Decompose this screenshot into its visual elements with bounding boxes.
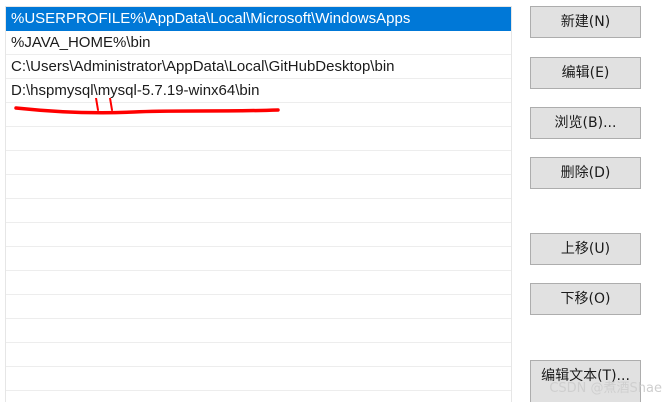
path-list[interactable]: %USERPROFILE%\AppData\Local\Microsoft\Wi…: [5, 6, 512, 402]
path-list-item-empty[interactable]: [6, 247, 511, 271]
new-button[interactable]: 新建(N): [530, 6, 641, 38]
path-list-item-empty[interactable]: [6, 319, 511, 343]
path-list-item[interactable]: %USERPROFILE%\AppData\Local\Microsoft\Wi…: [6, 7, 511, 31]
path-list-item-empty[interactable]: [6, 295, 511, 319]
edit-environment-variable-dialog: %USERPROFILE%\AppData\Local\Microsoft\Wi…: [0, 0, 668, 402]
watermark: CSDN @煮酒Shae: [549, 381, 662, 396]
path-list-item-empty[interactable]: [6, 151, 511, 175]
path-list-item-empty[interactable]: [6, 343, 511, 367]
path-list-item-empty[interactable]: [6, 367, 511, 391]
browse-button[interactable]: 浏览(B)...: [530, 107, 641, 139]
path-list-item-empty[interactable]: [6, 223, 511, 247]
path-list-item-empty[interactable]: [6, 199, 511, 223]
move-up-button[interactable]: 上移(U): [530, 233, 641, 265]
path-list-item[interactable]: C:\Users\Administrator\AppData\Local\Git…: [6, 55, 511, 79]
path-list-item[interactable]: D:\hspmysql\mysql-5.7.19-winx64\bin: [6, 79, 511, 103]
path-list-item-empty[interactable]: [6, 103, 511, 127]
path-list-item-empty[interactable]: [6, 127, 511, 151]
path-list-item[interactable]: %JAVA_HOME%\bin: [6, 31, 511, 55]
path-list-item-empty[interactable]: [6, 175, 511, 199]
path-list-item-empty[interactable]: [6, 271, 511, 295]
edit-button[interactable]: 编辑(E): [530, 57, 641, 89]
delete-button[interactable]: 删除(D): [530, 157, 641, 189]
move-down-button[interactable]: 下移(O): [530, 283, 641, 315]
